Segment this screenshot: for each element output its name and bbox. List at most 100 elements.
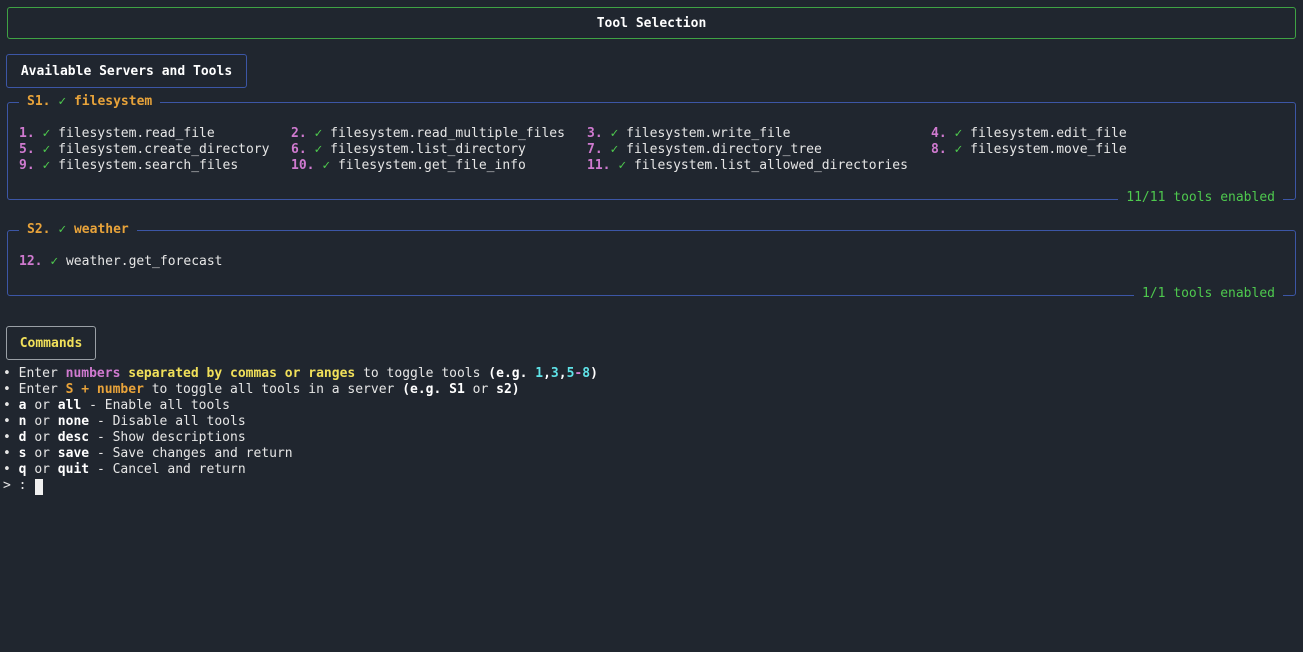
title-bar: Tool Selection xyxy=(7,7,1296,39)
server-id: S1. xyxy=(27,94,51,109)
tool-name: filesystem.edit_file xyxy=(970,126,1127,141)
bullet-icon: • xyxy=(3,366,11,381)
servers-heading-box: Available Servers and Tools xyxy=(6,54,247,88)
cmd-text: ) xyxy=(511,382,520,397)
cmd-text: or xyxy=(34,446,50,461)
cmd-text: or xyxy=(34,414,50,429)
bullet-icon: • xyxy=(3,398,11,413)
cmd-example: S1 xyxy=(449,382,465,397)
check-icon: ✓ xyxy=(618,158,627,173)
tool-number: 11. xyxy=(587,158,611,173)
commands-heading: Commands xyxy=(19,335,83,351)
cmd-key: s xyxy=(18,446,27,461)
tool-number: 12. xyxy=(19,254,43,269)
cmd-text: or xyxy=(472,382,489,397)
cmd-key: desc xyxy=(57,430,90,445)
tool-number: 2. xyxy=(291,126,307,141)
cmd-highlight: S + number xyxy=(65,382,144,397)
tool-number: 1. xyxy=(19,126,35,141)
tool-item[interactable]: 12. ✓ weather.get_forecast xyxy=(19,254,223,270)
command-item-all: • a or all - Enable all tools xyxy=(3,398,230,414)
cmd-description: - Show descriptions xyxy=(96,430,246,445)
tool-name: filesystem.list_directory xyxy=(330,142,526,157)
server-name: filesystem xyxy=(73,94,153,109)
page-title: Tool Selection xyxy=(596,15,707,31)
check-icon: ✓ xyxy=(42,158,51,173)
tool-item[interactable]: 6. ✓ filesystem.list_directory xyxy=(291,142,526,158)
cmd-key: a xyxy=(18,398,27,413)
tool-number: 9. xyxy=(19,158,35,173)
cmd-example: s2 xyxy=(496,382,512,397)
tool-name: filesystem.search_files xyxy=(58,158,239,173)
cmd-text: to toggle tools xyxy=(363,366,481,381)
cmd-text: to toggle all tools in a server xyxy=(151,382,395,397)
tool-item[interactable]: 4. ✓ filesystem.edit_file xyxy=(931,126,1127,142)
bullet-icon: • xyxy=(3,414,11,429)
cmd-key: q xyxy=(18,462,27,477)
server-name: weather xyxy=(73,222,129,237)
tool-number: 8. xyxy=(931,142,947,157)
server-header-weather[interactable]: S2. ✓ weather xyxy=(19,222,137,238)
tool-name: filesystem.write_file xyxy=(626,126,791,141)
cmd-key: n xyxy=(18,414,27,429)
tool-number: 4. xyxy=(931,126,947,141)
tool-name: filesystem.list_allowed_directories xyxy=(633,158,908,173)
cmd-description: - Disable all tools xyxy=(96,414,246,429)
bullet-icon: • xyxy=(3,446,11,461)
tool-item[interactable]: 1. ✓ filesystem.read_file xyxy=(19,126,215,142)
check-icon: ✓ xyxy=(610,126,619,141)
tool-name: filesystem.move_file xyxy=(970,142,1127,157)
cmd-text: , xyxy=(543,366,551,381)
tool-item[interactable]: 11. ✓ filesystem.list_allowed_directorie… xyxy=(587,158,908,174)
check-icon: ✓ xyxy=(314,126,323,141)
tool-item[interactable]: 10. ✓ filesystem.get_file_info xyxy=(291,158,526,174)
check-icon: ✓ xyxy=(610,142,619,157)
check-icon: ✓ xyxy=(314,142,323,157)
cmd-key: none xyxy=(57,414,90,429)
bullet-icon: • xyxy=(3,382,11,397)
cmd-text: Enter xyxy=(18,382,58,397)
command-item-none: • n or none - Disable all tools xyxy=(3,414,246,430)
check-icon: ✓ xyxy=(954,126,963,141)
tool-item[interactable]: 7. ✓ filesystem.directory_tree xyxy=(587,142,822,158)
check-icon: ✓ xyxy=(322,158,331,173)
cmd-text: Enter xyxy=(18,366,58,381)
cmd-description: - Cancel and return xyxy=(96,462,246,477)
servers-heading: Available Servers and Tools xyxy=(20,63,233,79)
cmd-text: (e.g. xyxy=(402,382,442,397)
cmd-highlight: separated by commas or ranges xyxy=(128,366,356,381)
check-icon: ✓ xyxy=(58,222,67,237)
check-icon: ✓ xyxy=(954,142,963,157)
tool-number: 3. xyxy=(587,126,603,141)
tool-item[interactable]: 3. ✓ filesystem.write_file xyxy=(587,126,791,142)
bullet-icon: • xyxy=(3,430,11,445)
cmd-description: - Enable all tools xyxy=(89,398,230,413)
cmd-text: ) xyxy=(590,366,598,381)
cmd-example: 8 xyxy=(582,366,591,381)
command-item-desc: • d or desc - Show descriptions xyxy=(3,430,246,446)
cmd-text: or xyxy=(34,398,50,413)
tool-number: 10. xyxy=(291,158,315,173)
tool-item[interactable]: 2. ✓ filesystem.read_multiple_files xyxy=(291,126,565,142)
cmd-description: - Save changes and return xyxy=(96,446,293,461)
tool-name: filesystem.read_multiple_files xyxy=(330,126,565,141)
command-item-quit: • q or quit - Cancel and return xyxy=(3,462,246,478)
check-icon: ✓ xyxy=(42,126,51,141)
tool-name: filesystem.create_directory xyxy=(58,142,270,157)
prompt-label: > : xyxy=(3,478,27,493)
cmd-example: 1 xyxy=(535,366,544,381)
tool-name: filesystem.get_file_info xyxy=(337,158,526,173)
tool-item[interactable]: 9. ✓ filesystem.search_files xyxy=(19,158,238,174)
tool-number: 5. xyxy=(19,142,35,157)
cmd-text: (e.g. xyxy=(488,366,528,381)
server-id: S2. xyxy=(27,222,51,237)
bullet-icon: • xyxy=(3,462,11,477)
check-icon: ✓ xyxy=(58,94,67,109)
command-input-cursor[interactable] xyxy=(35,479,43,495)
tool-item[interactable]: 8. ✓ filesystem.move_file xyxy=(931,142,1127,158)
tool-item[interactable]: 5. ✓ filesystem.create_directory xyxy=(19,142,269,158)
server-header-filesystem[interactable]: S1. ✓ filesystem xyxy=(19,94,161,110)
tool-number: 7. xyxy=(587,142,603,157)
cmd-key: save xyxy=(57,446,90,461)
command-line-toggle-numbers: • Enter numbers separated by commas or r… xyxy=(3,366,598,382)
